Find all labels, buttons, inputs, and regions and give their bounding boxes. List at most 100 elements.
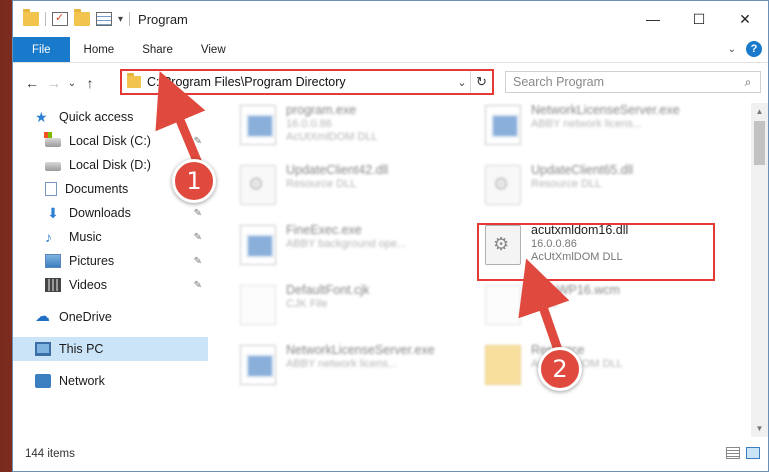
tab-file[interactable]: File <box>13 37 70 62</box>
sidebar-item-network[interactable]: Network <box>13 369 208 393</box>
expand-ribbon-chevron-icon[interactable]: ⌄ <box>728 44 736 55</box>
divider <box>129 12 131 26</box>
search-input[interactable] <box>506 75 736 89</box>
file-item[interactable]: NetworkLicenseServer.exe ABBY network li… <box>479 103 709 153</box>
sidebar-item-label: OneDrive <box>59 310 112 324</box>
scroll-down-arrow-icon[interactable]: ▼ <box>751 420 768 437</box>
divider <box>45 12 46 26</box>
pin-icon[interactable]: ✎ <box>194 208 202 219</box>
item-count: 144 items <box>25 448 75 460</box>
tab-share[interactable]: Share <box>128 37 187 62</box>
address-path[interactable]: C:\Program Files\Program Directory <box>147 75 454 89</box>
this-pc-icon <box>35 342 51 356</box>
tab-view[interactable]: View <box>187 37 240 62</box>
file-item[interactable]: DefaultFont.cjk CJK File <box>234 283 464 333</box>
file-detail: CJK File <box>286 298 328 310</box>
address-row: ← → ⌄ ↑ C:\Program Files\Program Directo… <box>13 63 768 103</box>
properties-icon[interactable] <box>52 12 68 26</box>
exe-file-icon <box>485 105 521 145</box>
file-icon <box>240 285 276 325</box>
drive-icon <box>45 162 61 171</box>
pin-icon[interactable]: ✎ <box>194 136 202 147</box>
file-item[interactable]: program.exe 16.0.0.86 AcUtXmlDOM DLL <box>234 103 464 153</box>
pin-icon[interactable]: ✎ <box>194 280 202 291</box>
file-item[interactable]: UpdateClient65.dll Resource DLL <box>479 163 709 213</box>
exe-file-icon <box>240 345 276 385</box>
exe-file-icon <box>240 225 276 265</box>
help-icon[interactable]: ? <box>746 41 762 57</box>
file-name: NetworkLicenseServer.exe <box>286 343 435 357</box>
sidebar-item-label: Pictures <box>69 254 115 268</box>
tiles-view-icon[interactable] <box>746 447 760 459</box>
folder-icon <box>23 9 39 26</box>
status-bar: 144 items <box>13 437 768 471</box>
file-name: UpdateClient42.dll <box>286 163 389 177</box>
file-detail: ABBY network licens... <box>531 118 643 130</box>
sidebar-item-local-disk-c[interactable]: Local Disk (C:) ✎ <box>13 129 208 153</box>
file-item[interactable]: FineExec.exe ABBY background ope... <box>234 223 464 273</box>
sidebar-item-label: Quick access <box>59 110 134 124</box>
main-area: ★ Quick access Local Disk (C:) ✎ Local D… <box>13 103 768 437</box>
file-name: UpdateClient65.dll <box>531 163 634 177</box>
scroll-thumb[interactable] <box>754 121 765 165</box>
file-name: FineExec.exe <box>286 223 362 237</box>
title-bar: ▾ Program — ☐ ✕ <box>13 1 768 37</box>
sidebar-item-music[interactable]: ♪ Music ✎ <box>13 225 208 249</box>
explorer-window: ▾ Program — ☐ ✕ File Home Share View ⌄ ?… <box>12 0 769 472</box>
file-detail: 16.0.0.86 <box>286 118 332 130</box>
up-button[interactable]: ↑ <box>79 75 101 91</box>
pin-icon[interactable]: ✎ <box>194 256 202 267</box>
address-dropdown-chevron-icon[interactable]: ⌄ <box>454 76 470 89</box>
file-item[interactable]: NetworkLicenseServer.exe ABBY network li… <box>234 343 464 393</box>
file-name: ...EoWP16.wcm <box>531 283 620 297</box>
exe-file-icon <box>240 105 276 145</box>
refresh-button[interactable]: ↻ <box>470 71 492 93</box>
file-detail: Resource DLL <box>531 178 602 190</box>
minimize-button[interactable]: — <box>630 1 676 37</box>
customize-toolbar-chevron-icon[interactable]: ▾ <box>118 14 123 25</box>
scroll-up-arrow-icon[interactable]: ▲ <box>751 103 768 120</box>
videos-icon <box>45 278 61 292</box>
documents-icon <box>45 182 57 196</box>
window-title: Program <box>138 11 188 27</box>
tab-home[interactable]: Home <box>70 37 129 62</box>
recent-locations-chevron-icon[interactable]: ⌄ <box>65 78 79 89</box>
search-box[interactable]: ⌕ <box>505 71 761 93</box>
file-detail: ...File <box>531 298 558 310</box>
close-button[interactable]: ✕ <box>722 1 768 37</box>
pin-icon[interactable]: ✎ <box>194 232 202 243</box>
star-icon: ★ <box>35 109 48 125</box>
view-options-icon[interactable] <box>96 12 112 26</box>
sidebar-item-label: Videos <box>69 278 107 292</box>
sidebar-item-quick-access[interactable]: ★ Quick access <box>13 105 208 129</box>
sidebar-item-downloads[interactable]: ⬇ Downloads ✎ <box>13 201 208 225</box>
sidebar-item-videos[interactable]: Videos ✎ <box>13 273 208 297</box>
forward-button[interactable]: → <box>43 75 65 91</box>
file-item[interactable]: ...EoWP16.wcm ...File <box>479 283 709 333</box>
file-name: DefaultFont.cjk <box>286 283 370 297</box>
highlight-box <box>477 223 715 281</box>
ribbon-tabs: File Home Share View ⌄ ? <box>13 37 768 63</box>
sidebar-item-label: Local Disk (C:) <box>69 134 151 148</box>
vertical-scrollbar[interactable]: ▲ ▼ <box>751 103 768 437</box>
folder-icon <box>485 345 521 385</box>
sidebar-item-label: Network <box>59 374 105 388</box>
sidebar-item-onedrive[interactable]: ☁ OneDrive <box>13 305 208 329</box>
sidebar-item-label: Music <box>69 230 102 244</box>
sidebar-item-pictures[interactable]: Pictures ✎ <box>13 249 208 273</box>
sidebar-item-this-pc[interactable]: This PC <box>13 337 208 361</box>
back-button[interactable]: ← <box>21 75 43 91</box>
new-folder-icon[interactable] <box>74 9 90 26</box>
sidebar-item-label: Downloads <box>69 206 131 220</box>
search-icon[interactable]: ⌕ <box>736 75 760 90</box>
file-name: NetworkLicenseServer.exe <box>531 103 680 117</box>
file-detail: ABBY network licens... <box>286 358 398 370</box>
file-detail: ABBY background ope... <box>286 238 407 250</box>
details-view-icon[interactable] <box>726 447 740 459</box>
file-item[interactable]: UpdateClient42.dll Resource DLL <box>234 163 464 213</box>
file-item[interactable]: Resource AcUtXmlDOM DLL <box>479 343 709 393</box>
sidebar-item-label: Documents <box>65 182 129 196</box>
address-bar[interactable]: C:\Program Files\Program Directory ⌄ ↻ <box>120 69 494 95</box>
maximize-button[interactable]: ☐ <box>676 1 722 37</box>
music-icon: ♪ <box>45 229 52 245</box>
